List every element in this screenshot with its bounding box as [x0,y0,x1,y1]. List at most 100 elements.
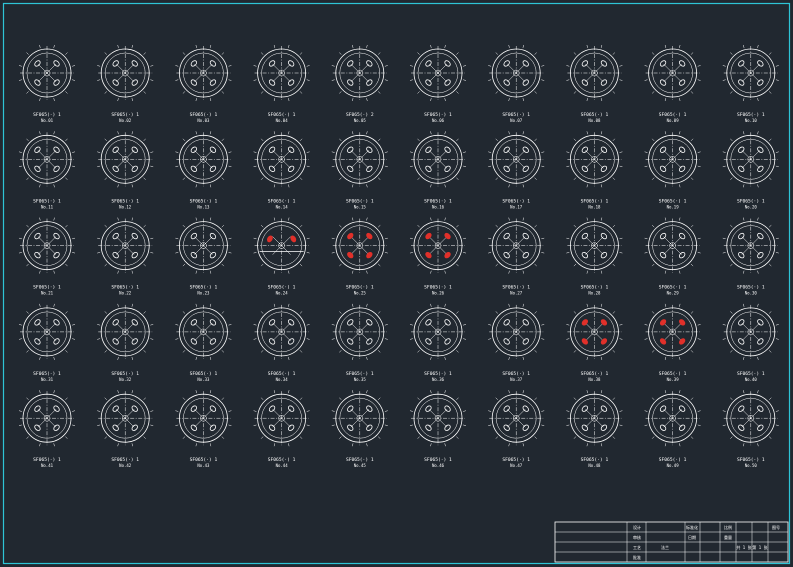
dimension-tick [331,237,335,240]
dimension-tick [195,270,197,274]
dimension-tick [104,52,107,55]
dimension-tick [175,79,179,81]
dimension-tick [463,237,467,240]
dimension-tick [488,165,492,168]
dimension-tick [690,350,694,353]
dimension-tick [352,98,354,102]
dimension-tick [488,79,492,81]
flange-number-label: No.46 [432,463,445,468]
dimension-tick [260,436,264,439]
dimension-tick [495,263,498,267]
dimension-tick [612,350,616,353]
dimension-tick [288,270,290,274]
dimension-tick [522,98,524,102]
dimension-tick [456,436,459,439]
dimension-tick [117,184,119,188]
dimension-tick [697,410,701,412]
flange-view: SF065(·) 1No.06 [409,44,467,123]
dimension-tick [619,410,623,412]
dimension-tick [339,224,342,228]
dimension-tick [221,138,225,142]
dimension-tick [463,324,467,326]
dimension-tick [541,324,545,326]
flange-view: SF065(·) 1No.35 [331,303,388,382]
dimension-tick [339,91,342,94]
dimension-tick [463,65,467,67]
flange-number-label: No.05 [354,118,367,123]
dimension-tick [769,263,772,267]
flange-number-label: No.47 [510,463,523,468]
dimension-tick [378,436,381,439]
dimension-tick [417,263,420,267]
dimension-tick [664,390,667,394]
flange-number-label: No.15 [354,204,367,209]
dimension-tick [730,397,733,400]
flange-number-label: No.18 [588,204,601,209]
dimension-tick [775,338,779,340]
dimension-tick [131,270,133,274]
cad-drawing-canvas[interactable]: SF065(·) 1No.01 SF065(·) 1No.02 SF065(·) 1… [0,0,793,567]
flange-number-label: No.06 [432,118,445,123]
dimension-tick [366,303,368,307]
dimension-tick [195,356,197,360]
dimension-tick [679,217,681,221]
dimension-tick [221,263,225,267]
dimension-tick [366,270,368,274]
dimension-tick [769,224,772,228]
dimension-tick [690,397,694,400]
dimension-tick [566,65,570,67]
dimension-tick [495,350,498,353]
dimension-tick [743,131,745,135]
dimension-tick [644,151,648,153]
dimension-tick [409,65,413,67]
dimension-tick [352,270,354,274]
dimension-tick [228,410,232,412]
dimension-tick [730,52,733,55]
dimension-tick [195,390,197,394]
dimension-tick [690,138,694,142]
dimension-tick [664,303,667,307]
dimension-tick [566,79,570,81]
flange-view: SF065(·) 1No.25 [331,217,388,296]
dimension-tick [463,165,467,168]
dimension-tick [456,91,459,94]
dimension-tick [209,44,212,48]
flange-view: SF065(·) 1No.20 [722,131,779,209]
dimension-tick [53,443,55,447]
dimension-tick [39,270,41,274]
dimension-tick [39,303,41,307]
dimension-tick [143,177,146,180]
flange-view: SF065(·) 1No.38 [566,303,623,382]
dimension-tick [117,443,119,447]
dimension-tick [534,436,537,439]
dimension-tick [775,151,779,153]
dimension-tick [228,65,232,67]
dimension-tick [619,324,623,326]
dimension-tick [117,131,119,135]
dimension-tick [644,324,648,326]
dimension-tick [143,263,146,267]
dimension-tick [541,237,545,240]
dimension-tick [378,52,381,55]
dimension-tick [209,443,212,447]
dimension-tick [664,356,667,360]
dimension-tick [488,237,492,240]
dimension-tick [534,91,537,94]
dimension-tick [384,324,388,326]
dimension-tick [566,324,570,326]
dimension-tick [417,436,420,439]
dimension-tick [143,350,146,353]
dimension-tick [299,311,303,314]
dimension-tick [417,397,420,400]
dimension-tick [97,151,101,153]
dimension-tick [378,397,381,400]
dimension-tick [104,91,107,94]
dimension-tick [117,356,119,360]
flange-view: SF065(·) 1No.46 [409,390,467,468]
dimension-tick [131,98,133,102]
dimension-tick [690,263,694,267]
dimension-tick [182,350,186,353]
dimension-tick [72,165,76,168]
dimension-tick [104,350,107,353]
dimension-tick [18,151,22,153]
